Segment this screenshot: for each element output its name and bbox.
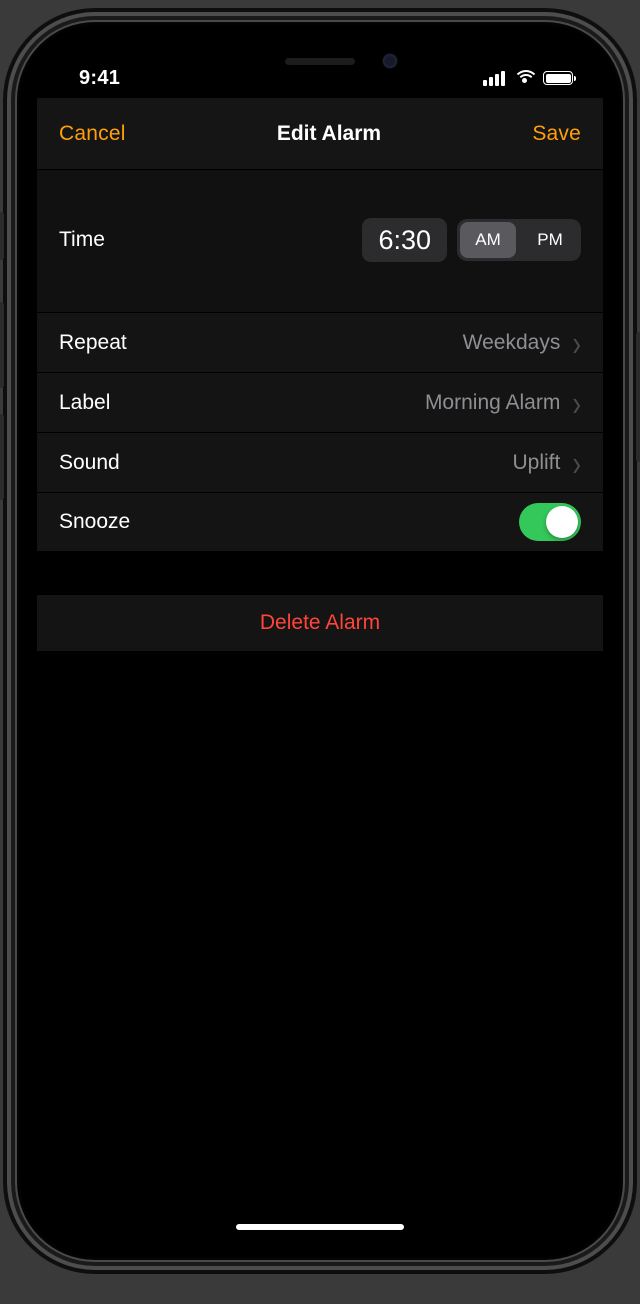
time-label: Time xyxy=(59,228,105,252)
cancel-button[interactable]: Cancel xyxy=(59,122,126,146)
phone-frame: 9:41 Cancel Edit Alarm Save Time 6:30 AM… xyxy=(17,22,623,1260)
sound-value: Uplift xyxy=(512,451,560,475)
snooze-label: Snooze xyxy=(59,510,130,534)
screen: 9:41 Cancel Edit Alarm Save Time 6:30 AM… xyxy=(37,42,603,1240)
volume-up-button xyxy=(0,302,4,388)
power-button xyxy=(636,332,640,462)
status-clock: 9:41 xyxy=(79,67,120,90)
delete-alarm-button[interactable]: Delete Alarm xyxy=(37,594,603,652)
time-row: Time 6:30 AM PM xyxy=(37,170,603,312)
repeat-value: Weekdays xyxy=(463,331,561,355)
cellular-signal-icon xyxy=(483,71,505,86)
am-segment[interactable]: AM xyxy=(460,222,516,258)
settings-list: Repeat Weekdays › Label Morning Alarm › … xyxy=(37,312,603,552)
home-indicator[interactable] xyxy=(236,1224,404,1230)
snooze-row: Snooze xyxy=(37,492,603,552)
mute-switch xyxy=(0,212,4,260)
label-label: Label xyxy=(59,391,110,415)
snooze-toggle[interactable] xyxy=(519,503,581,541)
pm-segment[interactable]: PM xyxy=(519,219,581,261)
wifi-icon xyxy=(513,70,535,86)
ampm-segment[interactable]: AM PM xyxy=(457,219,581,261)
sound-label: Sound xyxy=(59,451,120,475)
speaker-grill xyxy=(285,58,355,65)
repeat-row[interactable]: Repeat Weekdays › xyxy=(37,312,603,372)
save-button[interactable]: Save xyxy=(532,122,581,146)
chevron-right-icon: › xyxy=(572,325,581,361)
label-value: Morning Alarm xyxy=(425,391,560,415)
front-camera xyxy=(383,54,397,68)
time-value-picker[interactable]: 6:30 xyxy=(362,218,447,262)
chevron-right-icon: › xyxy=(572,385,581,421)
repeat-label: Repeat xyxy=(59,331,127,355)
notch xyxy=(195,42,445,80)
page-title: Edit Alarm xyxy=(277,122,381,146)
battery-icon xyxy=(543,71,573,85)
label-row[interactable]: Label Morning Alarm › xyxy=(37,372,603,432)
volume-down-button xyxy=(0,414,4,500)
chevron-right-icon: › xyxy=(572,445,581,481)
sound-row[interactable]: Sound Uplift › xyxy=(37,432,603,492)
navigation-bar: Cancel Edit Alarm Save xyxy=(37,98,603,170)
